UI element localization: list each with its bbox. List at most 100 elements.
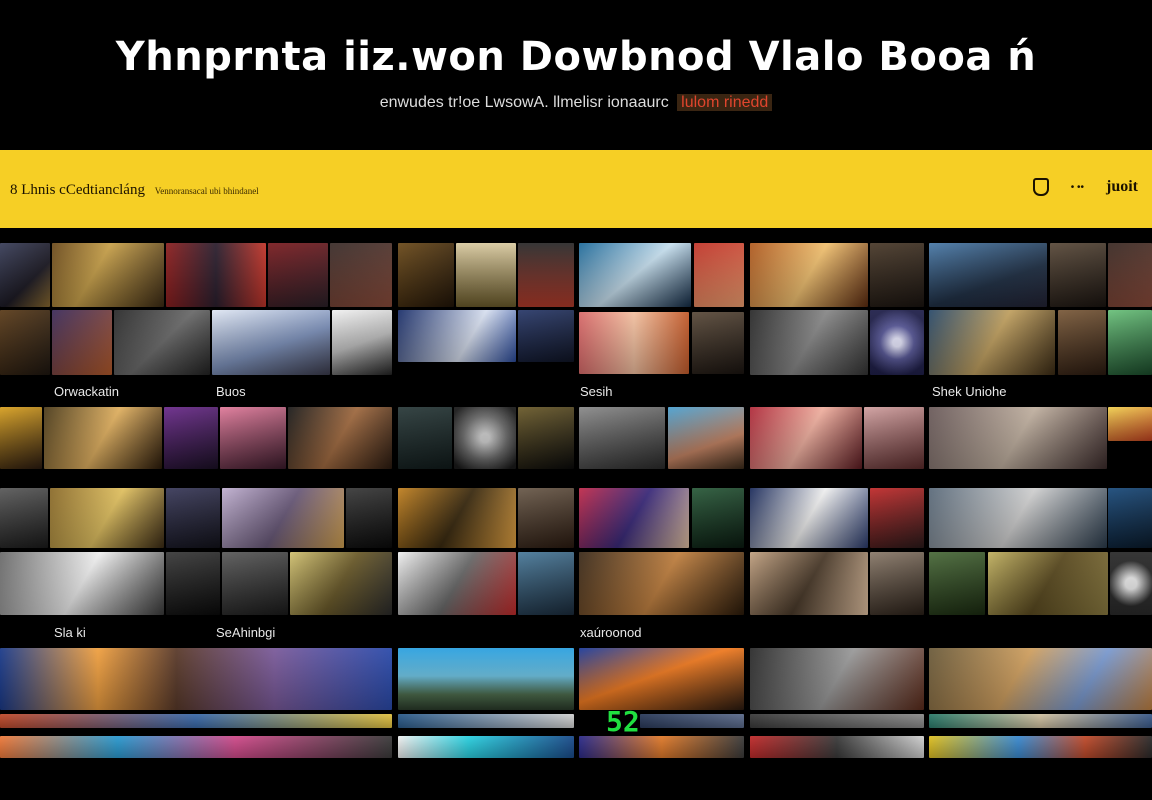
thumbnail[interactable] <box>750 488 868 548</box>
thumbnail[interactable] <box>290 552 392 615</box>
thumbnail[interactable] <box>579 648 744 710</box>
thumbnail[interactable] <box>640 714 744 728</box>
thumbnail[interactable] <box>0 407 42 469</box>
category-banner: 8 Lhnis cCedtiancláng Vennoransacal ubi … <box>0 150 1152 228</box>
thumbnail[interactable] <box>268 243 328 307</box>
thumbnail[interactable] <box>579 243 691 307</box>
thumbnail[interactable] <box>220 407 286 469</box>
section-label[interactable]: Shek Uniohe <box>932 384 1006 399</box>
thumbnail[interactable] <box>0 310 50 375</box>
thumbnail[interactable] <box>579 407 665 469</box>
thumbnail[interactable] <box>1058 310 1106 375</box>
thumbnail[interactable] <box>114 310 210 375</box>
thumbnail[interactable] <box>0 488 48 548</box>
thumbnail[interactable] <box>929 488 1107 548</box>
thumbnail[interactable] <box>870 310 924 375</box>
page-subtitle: enwudes tr!oe LwsowA. llmelisr ionaaurc … <box>0 94 1152 112</box>
thumbnail[interactable] <box>52 310 112 375</box>
thumbnail[interactable] <box>222 552 288 615</box>
section-label[interactable]: SeAhinbgi <box>216 625 275 640</box>
thumbnail[interactable] <box>454 407 516 469</box>
thumbnail[interactable] <box>518 488 574 548</box>
shield-icon[interactable] <box>1032 178 1049 196</box>
thumbnail[interactable] <box>222 488 344 548</box>
thumbnail[interactable] <box>346 488 392 548</box>
thumbnail[interactable] <box>929 310 1055 375</box>
thumbnail[interactable] <box>929 243 1047 307</box>
section-label[interactable]: Sesih <box>580 384 613 399</box>
thumbnail[interactable] <box>518 407 574 469</box>
thumbnail[interactable] <box>52 243 164 307</box>
thumbnail[interactable] <box>164 407 218 469</box>
thumbnail[interactable] <box>864 407 924 469</box>
banner-heading-text: 8 Lhnis cCedtiancláng <box>10 182 145 198</box>
thumbnail[interactable] <box>44 407 162 469</box>
thumbnail[interactable] <box>398 648 574 710</box>
thumbnail[interactable] <box>750 552 868 615</box>
thumbnail[interactable] <box>929 407 1107 469</box>
thumbnail[interactable] <box>518 310 574 362</box>
thumbnail[interactable] <box>1050 243 1106 307</box>
thumbnail[interactable] <box>398 310 516 362</box>
thumbnail[interactable] <box>1110 552 1152 615</box>
thumbnail[interactable] <box>988 552 1108 615</box>
thumbnail[interactable] <box>398 243 454 307</box>
subtitle-text: enwudes tr!oe LwsowA. llmelisr ionaaurc <box>379 94 669 111</box>
banner-link[interactable]: juoit <box>1106 178 1138 196</box>
thumbnail[interactable] <box>456 243 516 307</box>
thumbnail[interactable] <box>398 488 516 548</box>
thumbnail[interactable] <box>870 488 924 548</box>
thumbnail[interactable] <box>50 488 164 548</box>
thumbnail[interactable] <box>0 552 164 615</box>
thumbnail[interactable] <box>692 488 744 548</box>
banner-subtext: Vennoransacal ubi bhindanel <box>154 186 259 196</box>
thumbnail[interactable] <box>332 310 392 375</box>
thumbnail[interactable] <box>929 736 1152 758</box>
thumbnail[interactable] <box>1108 243 1152 307</box>
section-label[interactable]: Sla ki <box>54 625 86 640</box>
thumbnail[interactable] <box>518 243 574 307</box>
thumbnail[interactable] <box>870 243 924 307</box>
thumbnail[interactable] <box>750 243 868 307</box>
thumbnail[interactable] <box>1108 488 1152 548</box>
thumbnail[interactable] <box>0 736 392 758</box>
thumbnail[interactable] <box>750 648 924 710</box>
thumbnail[interactable] <box>929 648 1152 710</box>
thumbnail[interactable] <box>166 243 266 307</box>
thumbnail[interactable] <box>1108 310 1152 375</box>
subtitle-accent: lulom rinedd <box>677 94 773 111</box>
thumbnail[interactable] <box>668 407 744 469</box>
thumbnail[interactable] <box>288 407 392 469</box>
thumbnail[interactable] <box>750 310 868 375</box>
thumbnail[interactable] <box>0 648 392 710</box>
thumbnail[interactable] <box>929 714 1152 728</box>
thumbnail[interactable] <box>398 407 452 469</box>
thumbnail[interactable] <box>579 312 689 374</box>
thumbnail[interactable] <box>750 714 924 728</box>
thumbnail[interactable] <box>166 488 220 548</box>
thumbnail[interactable] <box>212 310 330 375</box>
thumbnail[interactable] <box>166 552 220 615</box>
thumbnail[interactable] <box>750 407 862 469</box>
thumbnail[interactable] <box>692 312 744 374</box>
thumbnail[interactable] <box>398 714 574 728</box>
section-label[interactable]: Buos <box>216 384 246 399</box>
thumbnail[interactable] <box>579 488 689 548</box>
thumbnail[interactable] <box>0 714 392 728</box>
thumbnail[interactable] <box>750 736 924 758</box>
thumbnail[interactable] <box>1108 407 1152 441</box>
section-label[interactable]: xaúroonod <box>580 625 641 640</box>
thumbnail[interactable] <box>518 552 574 615</box>
page-title: Yhnprnta iiz.won Dowbnod Vlalo Booa ń <box>115 34 1037 80</box>
thumbnail[interactable] <box>398 736 574 758</box>
thumbnail[interactable] <box>579 552 744 615</box>
banner-actions: • •• juoit <box>1032 178 1138 196</box>
thumbnail[interactable] <box>579 736 744 758</box>
thumbnail[interactable] <box>0 243 50 307</box>
thumbnail[interactable] <box>870 552 924 615</box>
thumbnail[interactable] <box>694 243 744 307</box>
thumbnail[interactable] <box>929 552 985 615</box>
thumbnail[interactable] <box>398 552 516 615</box>
thumbnail[interactable] <box>330 243 392 307</box>
section-label[interactable]: Orwackatin <box>54 384 119 399</box>
